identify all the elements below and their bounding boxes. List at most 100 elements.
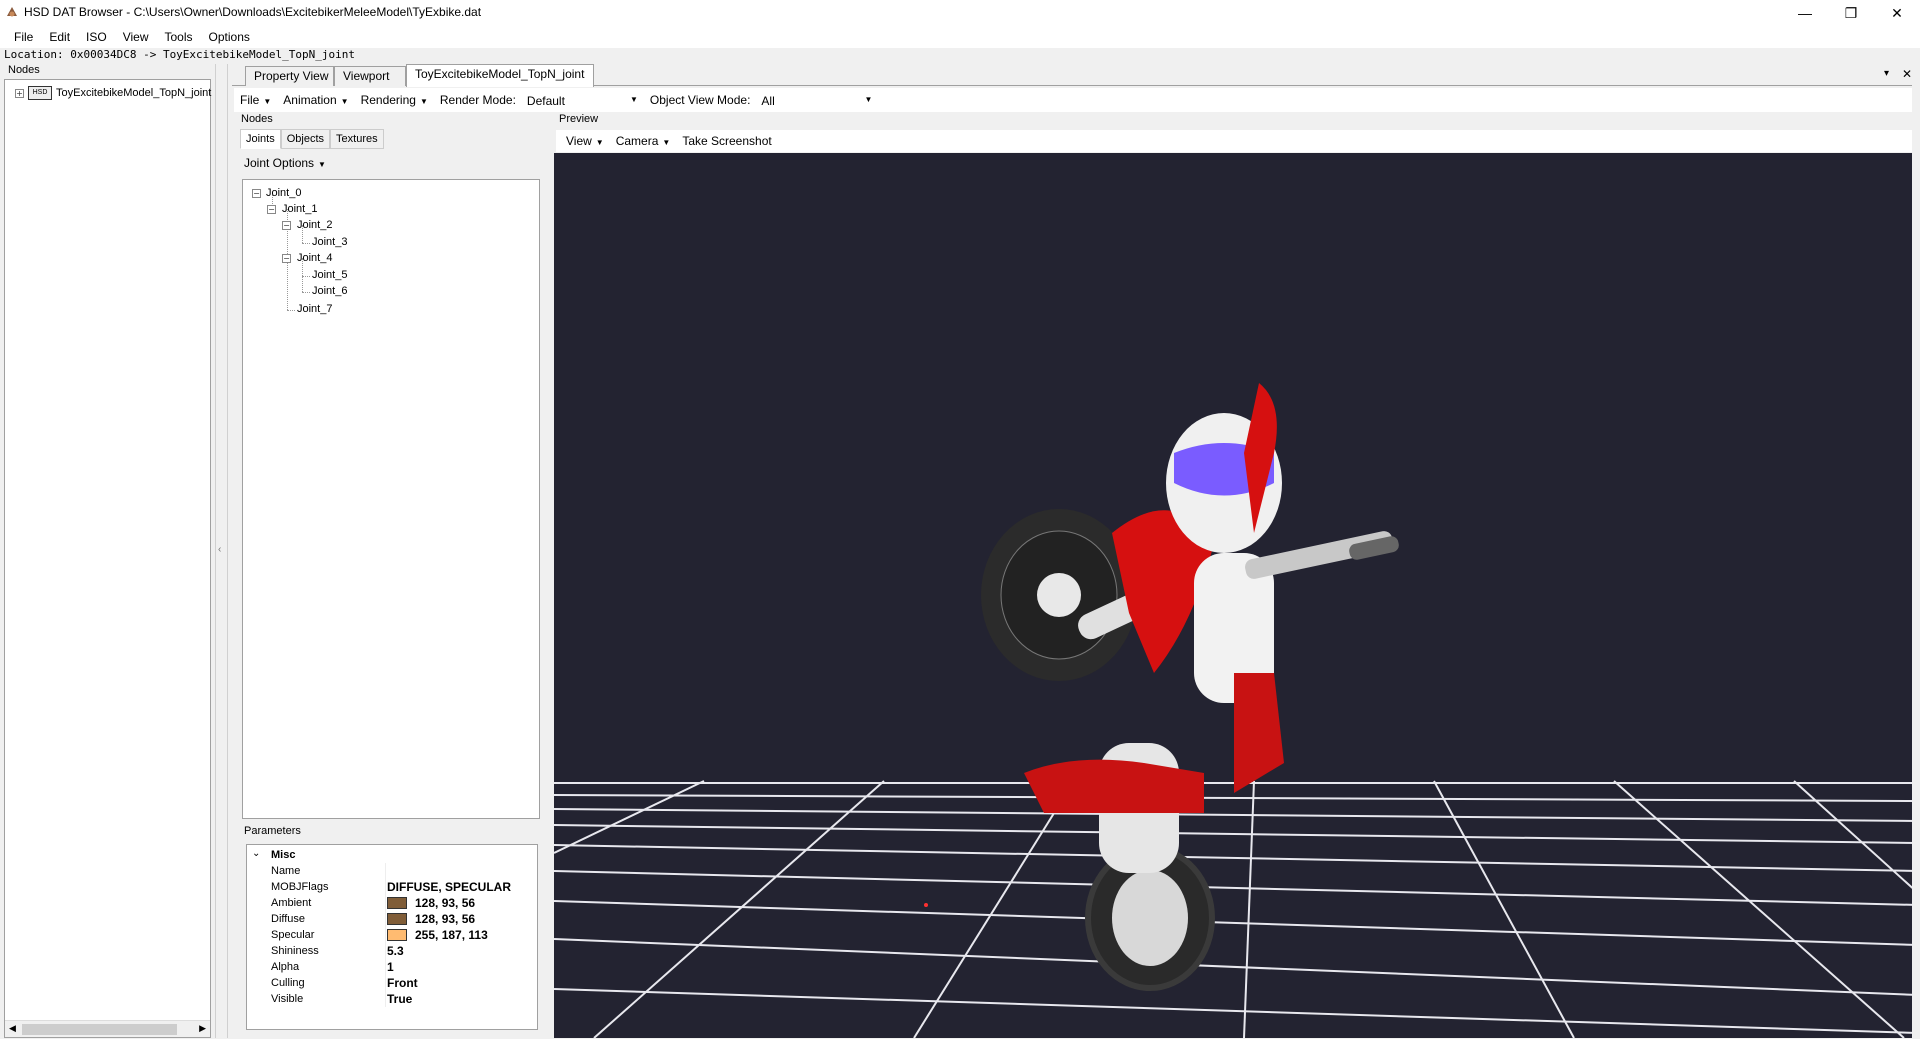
take-screenshot-button[interactable]: Take Screenshot — [682, 134, 771, 148]
joint-tree: − Joint_0 − Joint_1 − Joint_2 Joint_3 − … — [242, 179, 540, 819]
document-toolbar: File ▼ Animation ▼ Rendering ▼ Render Mode:… — [234, 88, 1920, 112]
object-view-mode-label: Object View Mode: — [649, 93, 751, 107]
scrollbar-thumb[interactable] — [22, 1024, 177, 1035]
menu-tools[interactable]: Tools — [157, 30, 201, 44]
property-value: Front — [387, 976, 418, 990]
viewport-scene — [554, 383, 1918, 1038]
menu-iso[interactable]: ISO — [78, 30, 115, 44]
preview-view-menu[interactable]: View ▼ — [566, 134, 604, 148]
property-name: Ambient — [271, 897, 312, 909]
menu-options[interactable]: Options — [201, 30, 258, 44]
section-header[interactable]: ⌄ Misc — [247, 847, 537, 863]
left-horizontal-scrollbar[interactable]: ◀ ▶ — [5, 1020, 210, 1037]
preview-camera-menu[interactable]: Camera ▼ — [616, 134, 671, 148]
property-row[interactable]: Alpha 1 — [247, 959, 537, 975]
property-value: DIFFUSE, SPECULAR — [387, 880, 512, 894]
tab-property-view[interactable]: Property View — [245, 66, 334, 86]
left-nodes-label: Nodes — [8, 64, 40, 76]
origin-marker — [924, 903, 928, 907]
restore-button[interactable]: ❐ — [1828, 0, 1874, 26]
joint-node[interactable]: Joint_0 — [266, 187, 301, 199]
toolbar-rendering-menu[interactable]: Rendering ▼ — [361, 93, 428, 107]
collapse-icon[interactable]: − — [252, 189, 261, 198]
subtab-objects[interactable]: Objects — [280, 129, 331, 149]
dropdown-caret-icon: ▼ — [263, 97, 272, 106]
property-row[interactable]: Specular 255, 187, 113 — [247, 927, 537, 943]
nodes-panel-label: Nodes — [241, 113, 273, 125]
property-row[interactable]: Name — [247, 863, 537, 879]
property-name: Shininess — [271, 945, 319, 957]
tab-viewport[interactable]: Viewport — [334, 66, 406, 86]
property-value: 1 — [387, 960, 394, 974]
property-value: 255, 187, 113 — [415, 928, 488, 942]
minimize-button[interactable]: — — [1782, 0, 1828, 26]
joint-node[interactable]: Joint_4 — [297, 252, 332, 264]
property-name: Specular — [271, 929, 315, 941]
panel-splitter[interactable]: ‹ — [215, 64, 228, 1038]
object-view-mode-select[interactable]: All ▼ — [756, 91, 877, 109]
dropdown-caret-icon: ▼ — [340, 97, 349, 106]
document-tab-strip: Property View Viewport ToyExcitebikeMode… — [232, 64, 1920, 87]
floor-grid — [554, 780, 1918, 1038]
property-row[interactable]: Visible True — [247, 991, 537, 1007]
joint-node[interactable]: Joint_3 — [312, 236, 347, 248]
preview-label: Preview — [559, 113, 599, 125]
subtab-textures[interactable]: Textures — [330, 129, 384, 149]
property-value: 128, 93, 56 — [415, 896, 476, 910]
property-name: Culling — [271, 977, 305, 989]
property-row[interactable]: Ambient 128, 93, 56 — [247, 895, 537, 911]
collapse-icon[interactable]: − — [282, 221, 291, 230]
expand-icon[interactable]: + — [15, 88, 24, 98]
scroll-right-icon[interactable]: ▶ — [199, 1023, 206, 1034]
render-mode-select[interactable]: Default ▼ — [521, 91, 642, 109]
location-text: Location: 0x00034DC8 -> ToyExcitebikeMod… — [4, 48, 355, 61]
right-edge-strip — [1912, 64, 1920, 1038]
close-button[interactable]: ✕ — [1874, 0, 1920, 26]
dropdown-caret-icon: ▼ — [419, 97, 428, 106]
chevron-down-icon: ▼ — [629, 95, 638, 104]
joint-options-menu[interactable]: Joint Options ▼ — [244, 156, 326, 170]
property-grid: ⌄ Misc Name MOBJFlags DIFFUSE, SPECULAR … — [246, 844, 538, 1030]
property-row[interactable]: Culling Front — [247, 975, 537, 991]
joint-node[interactable]: Joint_6 — [312, 285, 347, 297]
property-name: Visible — [271, 993, 304, 1005]
collapse-chevron-icon[interactable]: ⌄ — [252, 848, 260, 859]
3d-viewport[interactable] — [554, 153, 1918, 1038]
property-value: True — [387, 992, 413, 1006]
dropdown-caret-icon: ▼ — [595, 138, 604, 147]
property-name: Name — [271, 865, 301, 877]
collapse-icon[interactable]: − — [282, 254, 291, 263]
menu-view[interactable]: View — [115, 30, 157, 44]
scroll-left-icon[interactable]: ◀ — [9, 1023, 16, 1034]
chevron-down-icon: ▼ — [864, 95, 873, 104]
joint-node[interactable]: Joint_2 — [297, 219, 332, 231]
toolbar-file-menu[interactable]: File ▼ — [240, 93, 271, 107]
tab-joint-model[interactable]: ToyExcitebikeModel_TopN_joint — [406, 64, 594, 87]
joint-node[interactable]: Joint_1 — [282, 203, 317, 215]
left-nodes-panel: + HSD ToyExcitebikeModel_TopN_joint ◀ ▶ — [4, 79, 211, 1038]
collapse-icon[interactable]: − — [267, 205, 276, 214]
tab-dropdown-icon[interactable]: ▾ — [1884, 68, 1889, 79]
property-row[interactable]: Shininess 5.3 — [247, 943, 537, 959]
joint-node[interactable]: Joint_7 — [297, 303, 332, 315]
joint-node[interactable]: Joint_5 — [312, 269, 347, 281]
tab-close-icon[interactable]: ✕ — [1902, 67, 1912, 81]
app-icon — [7, 7, 17, 17]
property-row[interactable]: Diffuse 128, 93, 56 — [247, 911, 537, 927]
property-name: MOBJFlags — [271, 881, 329, 893]
tree-root-label: ToyExcitebikeModel_TopN_joint — [56, 87, 212, 99]
property-value: 5.3 — [387, 944, 404, 958]
render-mode-label: Render Mode: — [439, 93, 516, 107]
menu-edit[interactable]: Edit — [41, 30, 78, 44]
subtab-joints[interactable]: Joints — [240, 129, 281, 149]
property-row[interactable]: MOBJFlags DIFFUSE, SPECULAR — [247, 879, 537, 895]
dropdown-caret-icon: ▼ — [662, 138, 671, 147]
color-swatch — [387, 897, 407, 909]
toolbar-animation-menu[interactable]: Animation ▼ — [283, 93, 348, 107]
color-swatch — [387, 913, 407, 925]
menu-file[interactable]: File — [6, 30, 41, 44]
tree-root-node[interactable]: + HSD ToyExcitebikeModel_TopN_joint — [15, 86, 211, 100]
collapse-arrow-icon[interactable]: ‹ — [218, 544, 221, 555]
menu-bar: File Edit ISO View Tools Options — [0, 26, 1920, 48]
property-name: Alpha — [271, 961, 300, 973]
